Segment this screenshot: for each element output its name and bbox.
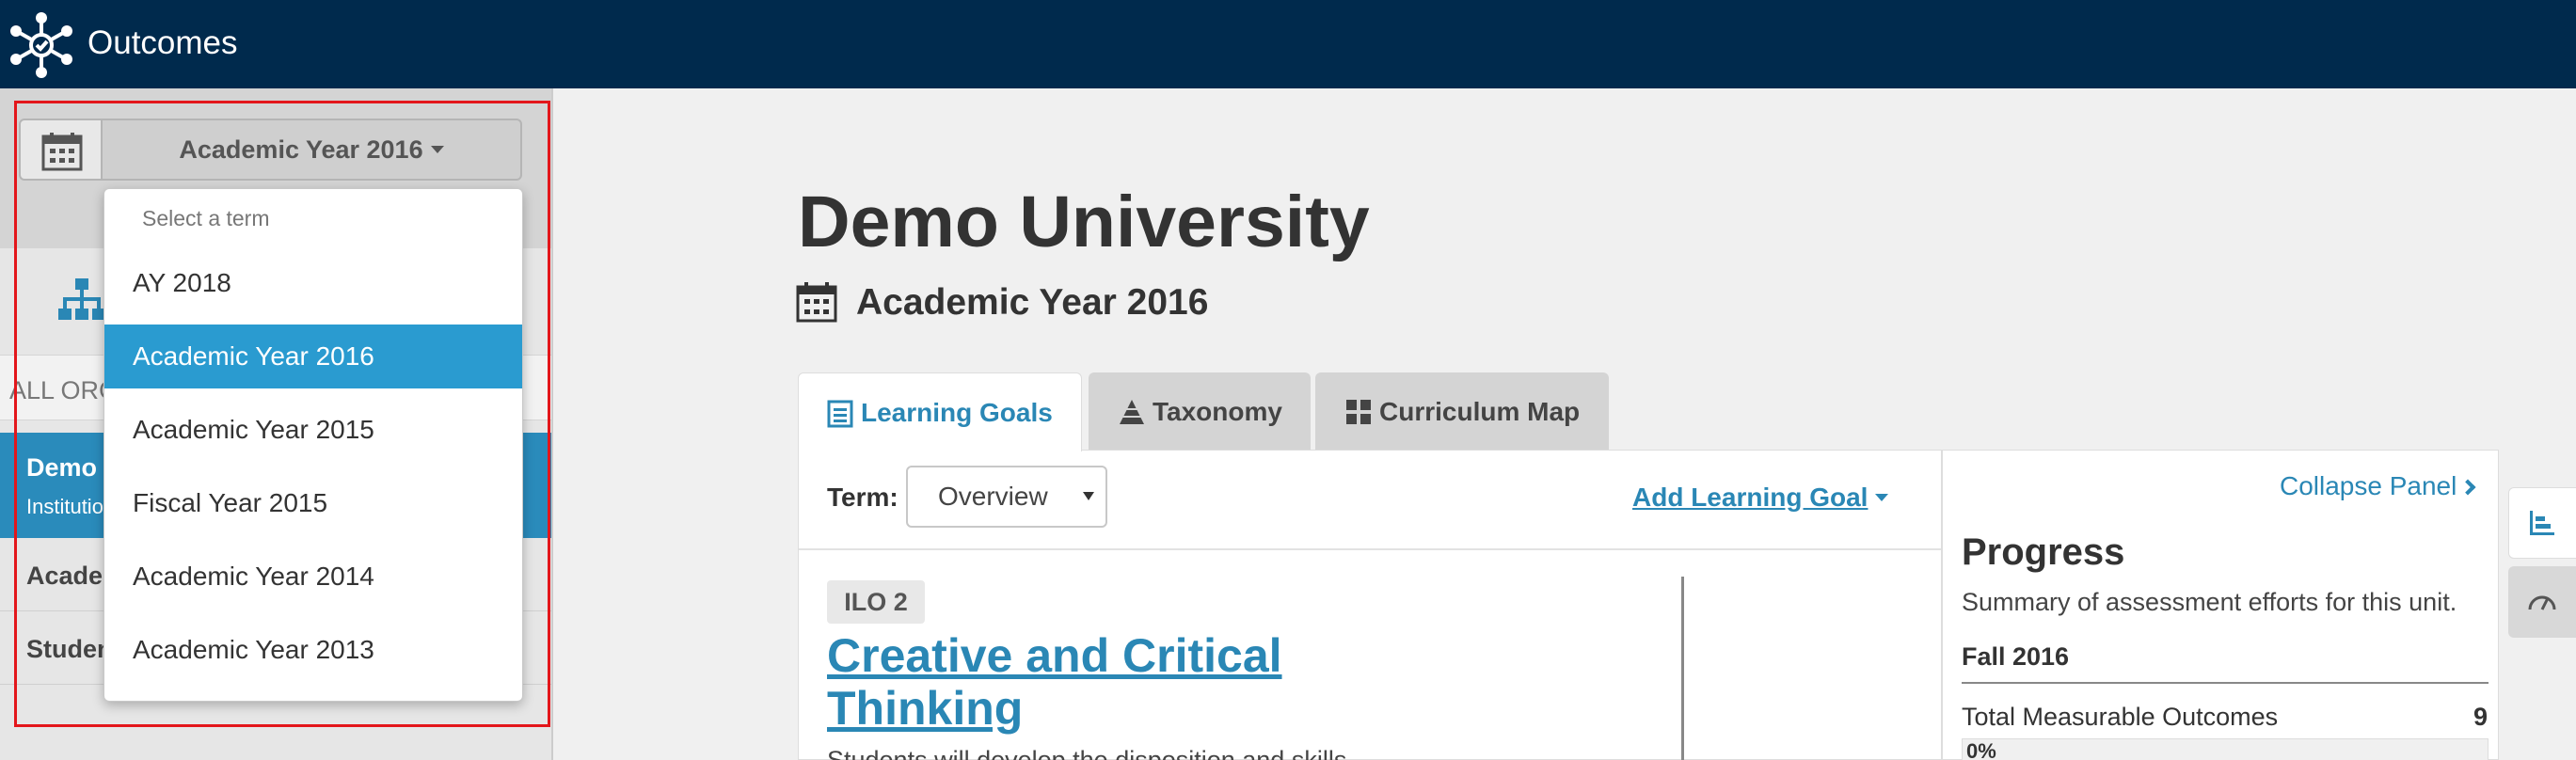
add-learning-goal-label: Add Learning Goal <box>1632 483 1868 512</box>
term-option-selected[interactable]: Academic Year 2016 <box>104 325 522 388</box>
term-button-label: Academic Year 2016 <box>179 135 423 164</box>
page-title: Demo University <box>798 182 1370 262</box>
goal-description: Students will develop the disposition an… <box>827 746 1347 760</box>
divider <box>799 548 1941 550</box>
grid-icon <box>1346 400 1371 424</box>
app-title[interactable]: Outcomes <box>87 24 238 62</box>
collapse-panel-label: Collapse Panel <box>2280 471 2457 500</box>
term-option[interactable]: AY 2018 <box>104 251 522 315</box>
progress-panel-tab[interactable] <box>2508 487 2576 559</box>
term-option[interactable]: Academic Year 2013 <box>104 618 522 682</box>
total-outcomes-count: 9 <box>2473 703 2489 731</box>
progress-title: Progress <box>1962 531 2125 573</box>
list-icon <box>827 400 853 428</box>
progress-term: Fall 2016 <box>1962 642 2070 671</box>
caret-down-icon <box>430 145 444 153</box>
chevron-right-icon <box>2459 479 2476 496</box>
tab-label: Learning Goals <box>861 398 1053 427</box>
term-filter-select[interactable]: Overview <box>906 466 1107 528</box>
progress-bar: 0% <box>1962 738 2489 760</box>
term-dropdown-button[interactable]: Academic Year 2016 <box>101 119 522 181</box>
progress-bar-text: 0% <box>1966 739 1996 760</box>
progress-panel: Collapse Panel Progress Summary of asses… <box>1942 450 2499 760</box>
calendar-icon <box>796 282 837 323</box>
bar-chart-icon <box>2530 511 2554 535</box>
progress-description: Summary of assessment efforts for this u… <box>1962 588 2457 616</box>
goal-title-link[interactable]: Creative and Critical Thinking <box>827 629 1391 735</box>
outcomes-logo-icon <box>10 12 72 78</box>
term-calendar-button[interactable] <box>19 119 102 181</box>
top-bar: Outcomes <box>0 0 2576 88</box>
select-arrow-icon <box>1083 492 1094 500</box>
calendar-icon <box>41 133 83 171</box>
page-subtitle: Academic Year 2016 <box>856 282 1209 323</box>
ilo-badge: ILO 2 <box>827 580 925 624</box>
total-outcomes-label: Total Measurable Outcomes <box>1962 703 2279 731</box>
vertical-divider <box>1681 577 1684 760</box>
gauge-icon <box>2528 595 2556 610</box>
org-chart-icon <box>58 278 105 320</box>
tab-learning-goals[interactable]: Learning Goals <box>798 372 1082 451</box>
term-filter-label: Term: <box>827 483 898 512</box>
pyramid-icon <box>1120 400 1144 424</box>
divider <box>1962 682 2489 684</box>
main-content: Demo University Academic Year 2016 Learn… <box>555 88 2576 760</box>
caret-down-icon <box>1875 493 1889 501</box>
dashboard-panel-tab[interactable] <box>2508 566 2576 638</box>
term-option[interactable]: Academic Year 2015 <box>104 398 522 462</box>
tab-label: Curriculum Map <box>1379 397 1581 426</box>
term-option[interactable]: Academic Year 2014 <box>104 545 522 609</box>
tab-taxonomy[interactable]: Taxonomy <box>1089 372 1311 450</box>
term-filter-value: Overview <box>938 482 1048 511</box>
learning-goals-panel: Term: Overview Add Learning Goal ILO 2 C… <box>798 450 1942 760</box>
sidebar-item-subtitle: Institution <box>26 495 116 518</box>
tab-label: Taxonomy <box>1153 397 1282 426</box>
collapse-panel-link[interactable]: Collapse Panel <box>2280 471 2476 501</box>
tab-curriculum-map[interactable]: Curriculum Map <box>1315 372 1609 450</box>
term-dropdown-header: Select a term <box>142 206 270 230</box>
term-option[interactable]: Fiscal Year 2015 <box>104 471 522 535</box>
add-learning-goal-button[interactable]: Add Learning Goal <box>1632 483 1889 513</box>
term-dropdown-menu: Select a term AY 2018 Academic Year 2016… <box>103 188 523 702</box>
